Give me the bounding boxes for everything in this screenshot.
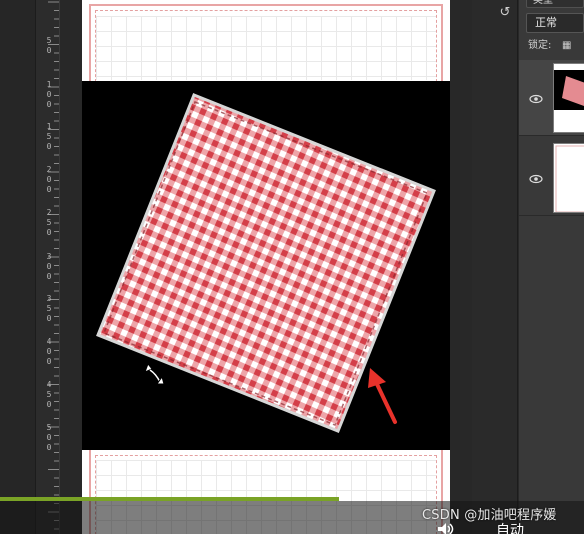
layer-row-gingham[interactable] <box>519 60 584 136</box>
doc-grid-top <box>96 16 436 80</box>
ruler-label: 1 5 0 <box>46 122 52 151</box>
annotation-arrow-icon <box>368 368 397 424</box>
layer-row-background[interactable] <box>519 140 584 216</box>
ruler-label: 3 5 0 <box>46 294 52 323</box>
ruler-label: 1 0 0 <box>46 80 52 109</box>
ruler-label: 5 0 <box>46 36 52 55</box>
blend-mode-select[interactable]: 正常 <box>526 13 584 33</box>
quality-auto-button[interactable]: 自动 <box>496 522 524 534</box>
blend-mode-value: 正常 <box>535 16 557 29</box>
left-toolbar-strip <box>0 0 36 534</box>
ruler-label: 2 0 0 <box>46 165 52 194</box>
ruler-label: 4 5 0 <box>46 380 52 409</box>
layer-kind-label: 类型 <box>533 0 553 6</box>
lock-transparency-icon[interactable]: ▦ <box>562 40 574 52</box>
vertical-ruler: 5 0 1 0 0 1 5 0 2 0 0 2 5 0 3 0 0 3 5 0 4 0 0 4 … <box>36 0 60 534</box>
volume-icon[interactable] <box>436 522 456 534</box>
lock-label: 锁定: <box>528 40 552 51</box>
ruler-label: 4 0 0 <box>46 337 52 366</box>
layer-thumbnail[interactable] <box>553 63 584 133</box>
eye-icon[interactable] <box>529 174 543 184</box>
panel-icon-strip: ↺ <box>472 0 518 534</box>
layer-kind-filter[interactable]: 类型 <box>526 0 584 8</box>
ruler-label: 5 0 0 <box>46 423 52 452</box>
photoshop-window: 5 0 1 0 0 1 5 0 2 0 0 2 5 0 3 0 0 3 5 0 4 0 0 4 … <box>0 0 584 534</box>
layer-thumbnail[interactable] <box>553 143 584 213</box>
history-icon[interactable]: ↺ <box>496 4 514 22</box>
eye-icon[interactable] <box>529 94 543 104</box>
rotate-cursor-icon <box>144 363 165 385</box>
ruler-label: 2 5 0 <box>46 208 52 237</box>
ruler-label: 3 0 0 <box>46 252 52 281</box>
